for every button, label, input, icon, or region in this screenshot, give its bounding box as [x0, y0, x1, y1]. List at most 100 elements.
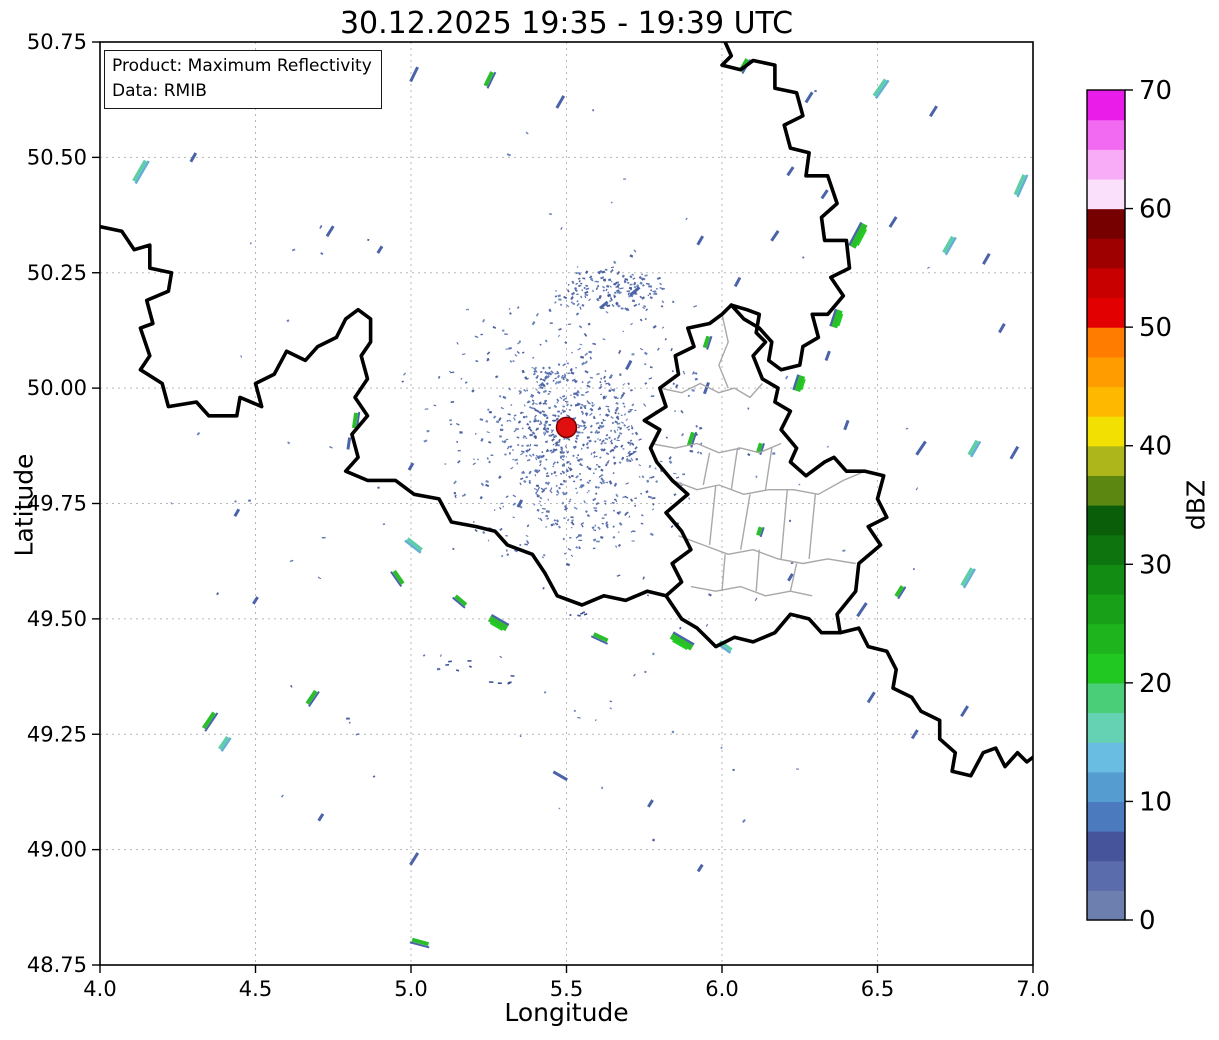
ground-clutter [170, 89, 931, 842]
echo-streak [233, 508, 241, 517]
map-mark [532, 356, 535, 359]
map-mark [798, 483, 801, 486]
map-mark [597, 486, 601, 489]
map-mark [603, 375, 607, 380]
map-mark [642, 576, 645, 580]
map-mark [587, 467, 592, 471]
map-mark [631, 273, 635, 276]
map-mark [528, 454, 533, 458]
map-mark [720, 746, 723, 750]
map-mark [618, 349, 622, 354]
map-mark [642, 284, 645, 287]
map-mark [512, 360, 515, 363]
map-mark [843, 419, 850, 431]
map-mark [539, 463, 542, 467]
map-mark [580, 447, 583, 450]
y-axis-label: Latitude [9, 453, 39, 557]
map-mark [626, 425, 630, 429]
echo-streak [409, 937, 430, 949]
map-mark [569, 536, 572, 539]
map-mark [584, 295, 587, 299]
map-mark [498, 395, 502, 398]
map-mark [622, 402, 625, 405]
map-mark [630, 389, 633, 392]
map-mark [788, 519, 792, 523]
ground-clutter-field [170, 89, 931, 842]
map-mark [582, 424, 586, 428]
map-mark [563, 295, 568, 300]
map-mark [574, 287, 578, 290]
map-mark [645, 308, 649, 312]
map-mark [596, 540, 600, 543]
map-mark [612, 535, 616, 539]
map-mark [538, 500, 542, 503]
map-mark [641, 296, 646, 300]
map-mark [575, 434, 580, 438]
map-mark [526, 444, 530, 447]
map-mark [570, 526, 573, 529]
map-mark [539, 378, 543, 381]
map-mark [539, 504, 543, 507]
echo-streak [820, 189, 829, 200]
map-mark [465, 308, 470, 311]
map-mark [539, 496, 543, 500]
map-mark [755, 549, 760, 592]
map-mark [561, 501, 565, 505]
map-mark [651, 497, 656, 500]
map-mark [545, 382, 549, 386]
map-mark [641, 475, 645, 479]
map-mark [607, 382, 611, 387]
map-mark [598, 438, 602, 442]
map-mark [631, 353, 635, 356]
map-mark [249, 242, 252, 245]
map-mark [507, 413, 511, 416]
map-mark [664, 337, 667, 341]
map-mark [499, 506, 502, 510]
echo-streak [787, 573, 794, 582]
echo-streak [376, 245, 384, 254]
map-mark [495, 420, 500, 424]
map-mark [548, 406, 551, 410]
map-mark [581, 304, 585, 307]
map-mark [585, 441, 589, 446]
map-mark [926, 266, 931, 269]
map-mark [786, 166, 795, 177]
map-mark [648, 285, 653, 288]
map-mark [622, 330, 625, 333]
colorbar-segment [1087, 356, 1125, 388]
map-mark [522, 416, 526, 419]
map-mark [499, 655, 503, 659]
echo-streak [702, 381, 710, 395]
map-mark [576, 265, 579, 268]
map-mark [705, 623, 709, 627]
map-mark [234, 500, 237, 503]
map-mark [367, 238, 370, 241]
map-mark [551, 438, 555, 442]
map-mark [784, 375, 789, 380]
map-mark [528, 420, 532, 424]
echo-streak [756, 526, 765, 538]
colorbar-label: dBZ [1181, 479, 1211, 531]
map-mark [542, 389, 547, 394]
map-mark [580, 295, 583, 299]
map-mark [516, 462, 519, 465]
map-mark [509, 312, 512, 315]
map-mark [376, 245, 384, 254]
map-mark [656, 276, 661, 280]
map-mark [508, 308, 511, 310]
map-mark [516, 499, 524, 508]
map-mark [630, 322, 633, 326]
echo-streak [792, 374, 806, 393]
map-mark [687, 394, 691, 398]
map-mark [576, 293, 579, 296]
map-mark [617, 412, 620, 415]
map-mark [579, 478, 582, 481]
map-mark [606, 481, 608, 484]
map-mark [502, 505, 505, 508]
echo-streak [696, 863, 704, 873]
colorbar-segment [1087, 119, 1125, 150]
colorbar-segment [1087, 297, 1125, 328]
map-mark [589, 376, 594, 379]
map-mark [640, 522, 644, 525]
map-mark [555, 95, 566, 109]
